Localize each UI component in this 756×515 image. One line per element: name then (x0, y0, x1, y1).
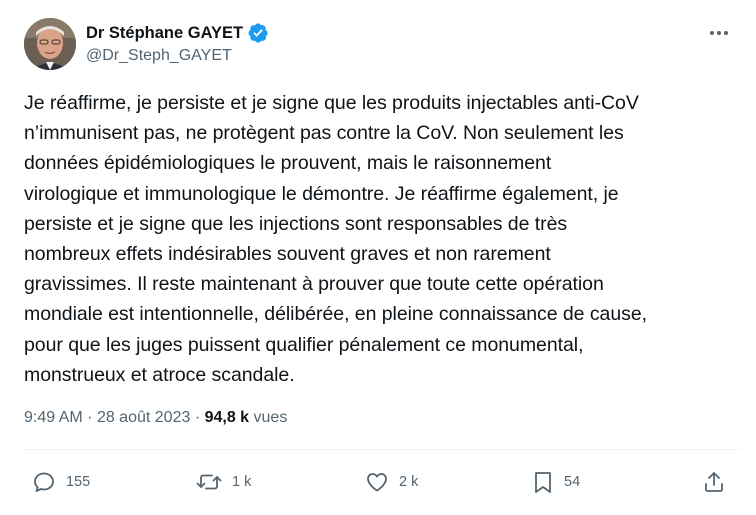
author-handle[interactable]: @Dr_Steph_GAYET (86, 47, 268, 65)
views-count: 94,8 k (204, 409, 250, 426)
display-name-row: Dr Stéphane GAYET (86, 22, 268, 44)
tweet-card: Dr Stéphane GAYET @Dr_Steph_GAYET Je réa… (0, 0, 756, 515)
reply-button[interactable]: 155 (32, 462, 90, 502)
tweet-meta: 9:49 AM · 28 août 2023 · 94,8 k vues (24, 409, 287, 427)
bookmark-count: 54 (564, 474, 581, 490)
bookmark-icon (535, 472, 551, 493)
tweet-time[interactable]: 9:49 AM (24, 409, 83, 426)
profile-photo-icon (24, 18, 76, 70)
tweet-header: Dr Stéphane GAYET @Dr_Steph_GAYET (24, 18, 736, 70)
display-name[interactable]: Dr Stéphane GAYET (86, 24, 243, 43)
views-label: vues (253, 409, 288, 426)
repost-button[interactable]: 1 k (196, 462, 251, 502)
more-options-button[interactable] (706, 22, 732, 44)
avatar[interactable] (24, 18, 76, 70)
like-count: 2 k (399, 474, 419, 490)
action-bar: 155 1 k 2 k 54 (24, 462, 736, 502)
tweet-text: Je réaffirme, je persiste et je signe qu… (24, 92, 648, 386)
repost-icon (196, 474, 222, 490)
like-button[interactable]: 2 k (365, 462, 418, 502)
author-names: Dr Stéphane GAYET @Dr_Steph_GAYET (86, 22, 268, 65)
meta-separator: · (194, 409, 201, 426)
reply-icon (34, 472, 54, 492)
divider (24, 449, 740, 450)
more-dots-icon (710, 31, 728, 35)
bookmark-button[interactable]: 54 (532, 462, 580, 502)
verified-badge-icon[interactable] (248, 23, 268, 43)
repost-count: 1 k (232, 474, 252, 490)
heart-icon (367, 473, 387, 492)
meta-separator: · (87, 409, 93, 426)
tweet-date[interactable]: 28 août 2023 (97, 409, 190, 426)
share-button[interactable] (702, 462, 726, 502)
share-icon (705, 472, 723, 492)
reply-count: 155 (66, 474, 91, 490)
